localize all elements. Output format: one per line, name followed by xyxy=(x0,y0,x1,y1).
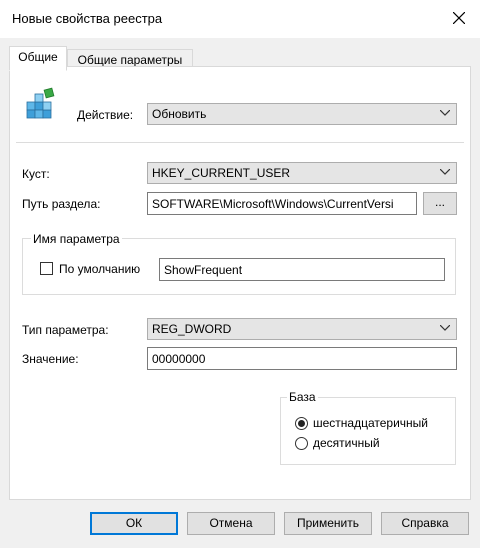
action-value: Обновить xyxy=(152,107,207,121)
tab-general[interactable]: Общие xyxy=(9,46,67,71)
ok-button[interactable]: ОК xyxy=(90,512,178,535)
close-button[interactable] xyxy=(444,4,474,32)
base-group xyxy=(280,397,456,465)
value-name-legend: Имя параметра xyxy=(31,232,122,246)
window-title: Новые свойства реестра xyxy=(12,11,163,26)
hive-value: HKEY_CURRENT_USER xyxy=(152,166,291,180)
base-legend: База xyxy=(287,390,318,404)
chevron-down-icon xyxy=(440,169,450,175)
hive-label: Куст: xyxy=(22,167,50,181)
value-name-value: ShowFrequent xyxy=(164,263,243,277)
title-bar: Новые свойства реестра xyxy=(0,0,480,38)
default-checkbox-label[interactable]: По умолчанию xyxy=(59,262,140,276)
radio-hexadecimal[interactable] xyxy=(295,417,308,430)
chevron-down-icon xyxy=(440,325,450,331)
radio-decimal[interactable] xyxy=(295,437,308,450)
default-checkbox[interactable] xyxy=(40,262,53,275)
value-name-input[interactable]: ShowFrequent xyxy=(159,258,445,281)
apply-button[interactable]: Применить xyxy=(284,512,372,535)
key-path-input[interactable]: SOFTWARE\Microsoft\Windows\CurrentVersi xyxy=(147,192,417,215)
key-path-value: SOFTWARE\Microsoft\Windows\CurrentVersi xyxy=(152,197,394,211)
value-type-dropdown[interactable]: REG_DWORD xyxy=(147,318,457,340)
tab-strip: Общие Общие параметры xyxy=(0,38,480,71)
help-button[interactable]: Справка xyxy=(381,512,469,535)
chevron-down-icon xyxy=(440,110,450,116)
cancel-button[interactable]: Отмена xyxy=(187,512,275,535)
value-type-label: Тип параметра: xyxy=(22,323,109,337)
action-label: Действие: xyxy=(77,108,134,122)
key-path-label: Путь раздела: xyxy=(22,197,101,211)
value-data-label: Значение: xyxy=(22,352,79,366)
value-data-input[interactable]: 00000000 xyxy=(147,347,457,370)
tab-page-general: Действие: Обновить Куст: HKEY_CURRENT_US… xyxy=(9,66,471,500)
browse-button[interactable]: ... xyxy=(423,192,457,215)
action-dropdown[interactable]: Обновить xyxy=(147,103,457,125)
value-data-value: 00000000 xyxy=(152,352,206,366)
radio-hexadecimal-label[interactable]: шестнадцатеричный xyxy=(313,416,428,430)
registry-icon xyxy=(23,86,59,122)
hive-dropdown[interactable]: HKEY_CURRENT_USER xyxy=(147,162,457,184)
value-type-value: REG_DWORD xyxy=(152,322,232,336)
divider xyxy=(16,142,464,143)
close-icon xyxy=(453,12,465,24)
radio-decimal-label[interactable]: десятичный xyxy=(313,436,380,450)
